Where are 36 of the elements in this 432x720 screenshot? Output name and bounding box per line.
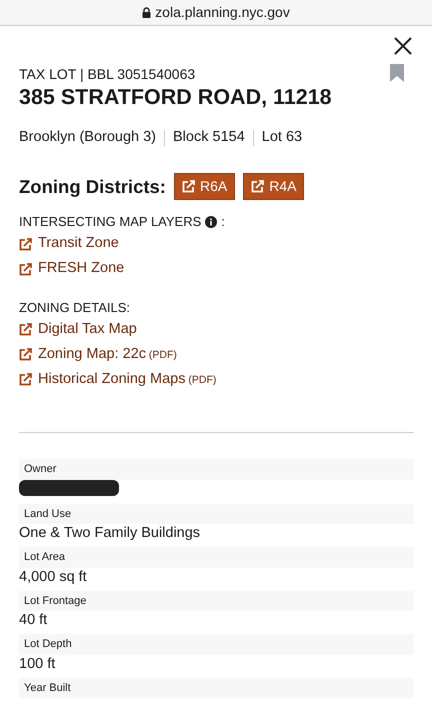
field-label: Owner	[19, 459, 414, 480]
field-value: One & Two Family Buildings	[19, 525, 200, 542]
section-heading: INTERSECTING MAP LAYERS	[19, 213, 202, 232]
field-label: Lot Frontage	[19, 590, 414, 612]
field-value: 40 ft	[19, 612, 48, 628]
lot-info-text: Block 5154	[173, 128, 245, 147]
external-link-icon	[19, 348, 32, 362]
layer-link[interactable]: Transit Zone	[19, 233, 119, 256]
field-label: Year Built	[19, 678, 414, 698]
external-link-icon	[19, 262, 32, 276]
field-label: Lot Depth	[19, 634, 414, 655]
layer-link[interactable]: Digital Tax Map	[19, 318, 137, 341]
field-value: 4,000 sq ft	[19, 568, 87, 585]
bookmark-icon[interactable]	[390, 64, 404, 82]
field-label: Land Use	[19, 504, 414, 524]
layer-link[interactable]: FRESH Zone	[19, 258, 124, 280]
field-label: Lot Area	[19, 547, 414, 568]
external-link-icon	[182, 180, 195, 193]
external-link-icon	[19, 323, 32, 336]
field-value: 100 ft	[19, 656, 56, 672]
address-title: 385 STRATFORD ROAD, 11218	[19, 85, 332, 111]
zoning-district-link[interactable]: R6A	[174, 172, 236, 200]
external-link-icon	[251, 180, 264, 193]
colon-text: :	[221, 213, 225, 232]
lot-info-text: Brooklyn (Borough 3)	[19, 128, 156, 147]
layer-link[interactable]: Historical Zoning Maps (PDF)	[19, 368, 216, 391]
info-icon[interactable]	[205, 216, 218, 228]
tax-lot-label: TAX LOT | BBL 3051540063	[19, 65, 196, 84]
section-heading: ZONING DETAILS:	[19, 298, 131, 317]
zoning-district-link[interactable]: R4A	[243, 172, 304, 200]
zoning-districts-label: Zoning Districts:	[19, 174, 166, 199]
external-link-icon	[19, 373, 32, 386]
layer-link[interactable]: Zoning Map: 22c (PDF)	[19, 344, 177, 366]
lot-info-text: Lot 63	[262, 128, 302, 147]
external-link-icon	[19, 238, 32, 251]
lock-icon	[142, 7, 152, 18]
